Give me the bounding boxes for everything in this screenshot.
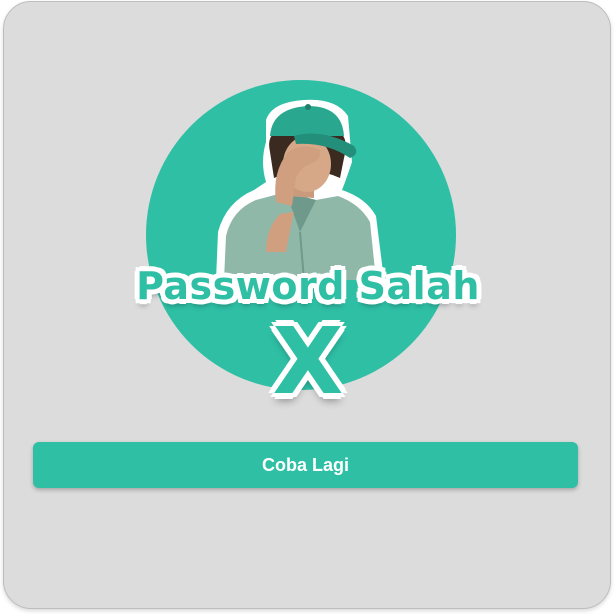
error-title: Password Salah [136,264,480,308]
error-dialog-card: Password Salah X Coba Lagi [3,1,611,609]
cap-button [305,104,311,110]
error-x-mark: X [272,308,344,415]
retry-button[interactable]: Coba Lagi [33,442,578,488]
